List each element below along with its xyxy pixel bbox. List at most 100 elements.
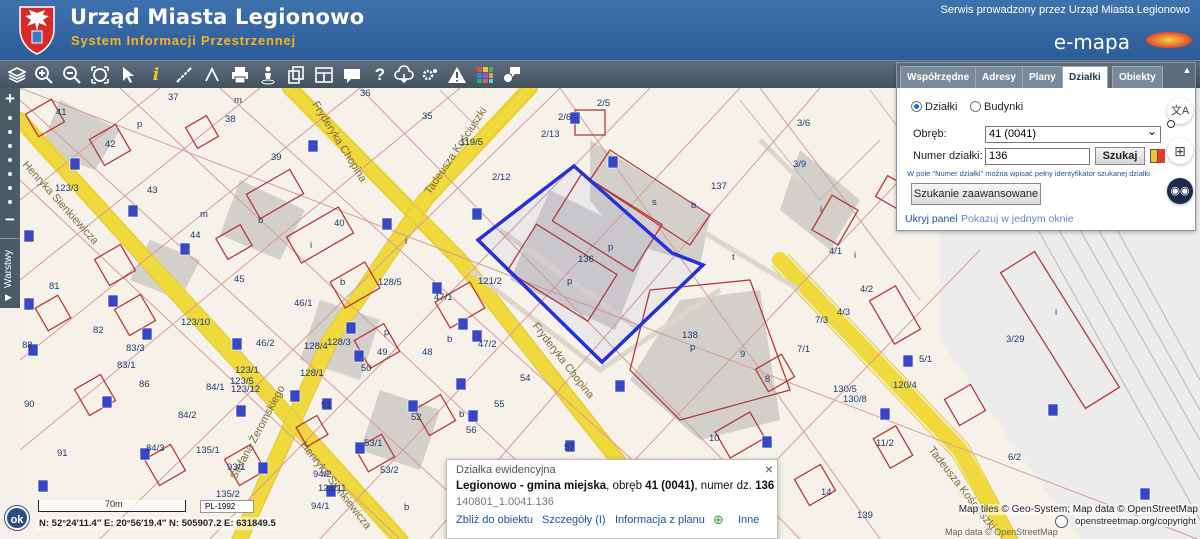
zoom-level-dot[interactable] <box>8 130 12 134</box>
svg-text:82: 82 <box>93 325 104 336</box>
radio-parcels-label: Działki <box>925 101 958 113</box>
warning-icon[interactable] <box>446 64 468 86</box>
clipboard-icon[interactable] <box>285 64 307 86</box>
svg-text:p: p <box>137 119 142 130</box>
crs-select[interactable]: PL-1992 <box>200 500 254 513</box>
svg-text:40: 40 <box>334 218 345 229</box>
scale-label: 70m <box>105 499 123 509</box>
svg-text:b: b <box>459 409 464 420</box>
svg-text:8: 8 <box>765 374 770 385</box>
advanced-search-button[interactable]: Szukanie zaawansowane <box>911 183 1041 205</box>
zoom-to-object-link[interactable]: Zbliż do obiektu <box>456 514 533 526</box>
svg-text:m: m <box>234 95 242 106</box>
panel-scroll-up-icon[interactable]: ▲ <box>1180 65 1194 85</box>
svg-text:10: 10 <box>709 433 720 444</box>
parcel-number-input[interactable]: 136 <box>985 148 1090 165</box>
cursor-coordinates: N: 52°24′11.4″ E: 20°56′19.4″ N: 505907.… <box>36 517 279 530</box>
attribution-line-2[interactable]: openstreetmap.org/copyright <box>1075 516 1196 527</box>
tab-parcels[interactable]: Działki <box>1062 66 1108 88</box>
zoom-out-icon[interactable] <box>61 64 83 86</box>
help-icon[interactable]: ? <box>369 64 391 86</box>
zoom-level-dot[interactable] <box>8 158 12 162</box>
tab-objects[interactable]: Obiekty <box>1112 66 1163 88</box>
details-link[interactable]: Szczegóły (I) <box>542 514 606 526</box>
svg-text:123/3: 123/3 <box>55 183 79 194</box>
svg-text:52: 52 <box>411 412 422 423</box>
svg-text:123/10: 123/10 <box>181 317 210 328</box>
chat-icon[interactable] <box>501 64 523 86</box>
svg-text:136: 136 <box>578 254 594 265</box>
svg-text:56: 56 <box>466 425 477 436</box>
svg-text:i: i <box>820 204 822 215</box>
svg-text:2/13: 2/13 <box>541 129 560 140</box>
layers-tab-label: Warstwy <box>3 250 14 288</box>
show-one-window-link[interactable]: Pokazuj w jednym oknie <box>961 213 1074 225</box>
cloud-download-icon[interactable] <box>393 64 415 86</box>
ok-button[interactable]: ok <box>5 506 29 530</box>
parcel-info-popup: Działka ewidencyjna × Legionowo - gmina … <box>446 459 778 539</box>
svg-text:45: 45 <box>234 274 245 285</box>
measure-area-icon[interactable] <box>201 64 223 86</box>
layout-icon[interactable] <box>313 64 335 86</box>
zoom-level-dot[interactable] <box>8 186 12 190</box>
more-link[interactable]: Inne <box>738 514 759 526</box>
highlight-color-red-icon[interactable] <box>1158 149 1165 163</box>
more-plus-icon[interactable]: ⊕ <box>713 512 724 528</box>
svg-text:2/12: 2/12 <box>492 172 511 183</box>
print-icon[interactable] <box>229 64 251 86</box>
settings-icon[interactable] <box>419 64 441 86</box>
color-grid-icon[interactable] <box>474 64 496 86</box>
comment-icon[interactable] <box>341 64 363 86</box>
svg-text:9: 9 <box>740 349 745 360</box>
record-icon[interactable] <box>1167 120 1175 128</box>
zoom-extent-icon[interactable] <box>89 64 111 86</box>
search-button[interactable]: Szukaj <box>1095 147 1145 165</box>
svg-text:39: 39 <box>271 152 282 163</box>
svg-text:43: 43 <box>147 185 158 196</box>
svg-text:121/2: 121/2 <box>478 276 502 287</box>
radio-unchecked-icon <box>970 101 981 112</box>
zoom-in-button[interactable]: + <box>0 90 20 108</box>
svg-text:128/1: 128/1 <box>300 368 324 379</box>
svg-text:2/5: 2/5 <box>597 98 610 109</box>
city-crest-logo[interactable] <box>17 3 57 55</box>
assistant-icon[interactable]: ◉◉ <box>1167 178 1193 204</box>
popup-title: Działka ewidencyjna <box>456 464 556 476</box>
svg-text:38: 38 <box>225 114 236 125</box>
expand-arrow-icon[interactable]: ▶ <box>5 292 12 303</box>
grid-apps-icon[interactable]: ⊞ <box>1167 138 1193 164</box>
svg-text:46/2: 46/2 <box>256 338 275 349</box>
zoom-level-dot[interactable] <box>8 144 12 148</box>
svg-text:41: 41 <box>56 107 67 118</box>
plan-info-link[interactable]: Informacja z planu <box>615 514 705 526</box>
radio-parcels[interactable]: Działki <box>911 101 957 113</box>
highlight-color-icon[interactable] <box>1150 149 1158 163</box>
radio-buildings[interactable]: Budynki <box>970 101 1023 113</box>
svg-text:p: p <box>384 327 389 338</box>
close-icon[interactable]: × <box>765 461 773 477</box>
obreb-select[interactable]: 41 (0041) <box>985 124 1161 143</box>
svg-text:i: i <box>310 240 312 251</box>
zoom-level-dot[interactable] <box>8 172 12 176</box>
svg-text:57: 57 <box>564 442 575 453</box>
hide-panel-link[interactable]: Ukryj panel <box>905 213 958 225</box>
street-view-icon[interactable] <box>257 64 279 86</box>
tab-coordinates[interactable]: Współrzędne <box>900 66 977 88</box>
measure-distance-icon[interactable] <box>173 64 195 86</box>
zoom-level-dot[interactable] <box>8 200 12 204</box>
pointer-icon[interactable] <box>117 64 139 86</box>
svg-text:p: p <box>690 342 695 353</box>
zoom-level-dot[interactable] <box>8 116 12 120</box>
svg-text:53/2: 53/2 <box>380 465 399 476</box>
zoom-out-button[interactable]: − <box>0 211 20 229</box>
layers-icon[interactable] <box>6 64 28 86</box>
tab-addresses[interactable]: Adresy <box>975 66 1023 88</box>
svg-text:3/9: 3/9 <box>793 159 806 170</box>
svg-text:51: 51 <box>321 400 332 411</box>
map-attribution: Map tiles © Geo-System; Map data © OpenS… <box>958 504 1198 515</box>
tab-plans[interactable]: Plany <box>1022 66 1063 88</box>
svg-text:48: 48 <box>422 347 433 358</box>
info-icon[interactable]: i <box>145 64 167 86</box>
svg-text:14: 14 <box>821 487 832 498</box>
zoom-in-icon[interactable] <box>33 64 55 86</box>
